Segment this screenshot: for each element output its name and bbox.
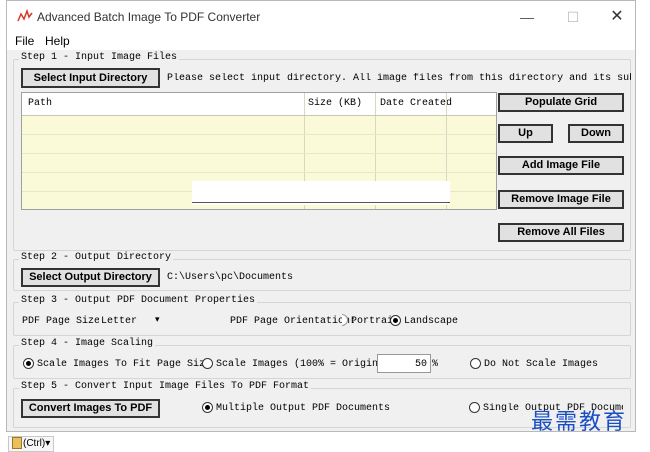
grid-row-divider [22,134,496,135]
select-output-directory-button[interactable]: Select Output Directory [21,268,160,287]
add-image-file-button[interactable]: Add Image File [498,156,624,175]
scale-fit-label: Scale Images To Fit Page Size [37,359,212,370]
output-directory-path: C:\Users\pc\Documents [167,272,294,283]
column-header-size[interactable]: Size (KB) [308,93,362,115]
column-header-date[interactable]: Date Created [380,93,452,115]
multiple-output-label: Multiple Output PDF Documents [216,403,391,414]
select-input-directory-button[interactable]: Select Input Directory [21,68,160,88]
minimize-button[interactable]: — [507,5,547,29]
remove-all-files-button[interactable]: Remove All Files [498,223,624,242]
single-output-radio[interactable] [469,402,480,413]
scale-percent-input[interactable]: 50 [377,354,431,373]
paste-options-button[interactable]: (Ctrl)▾ [8,436,55,452]
step2-label: Step 2 - Output Directory [19,252,174,263]
scale-fit-radio[interactable] [23,358,34,369]
grid-row-divider [22,115,496,116]
app-logo-icon [17,9,33,22]
page-size-value: Letter [101,316,138,327]
clipboard-icon [12,437,22,450]
chevron-down-icon: ▾ [155,314,160,324]
maximize-button[interactable]: ☐ [553,5,593,29]
page-size-label: PDF Page Size: [22,316,107,327]
window-title: Advanced Batch Image To PDF Converter [37,10,261,24]
move-down-button[interactable]: Down [568,124,624,143]
scale-percent-value: 50 [414,359,427,370]
percent-sign: % [432,359,439,370]
menu-help[interactable]: Help [45,34,70,48]
populate-grid-button[interactable]: Populate Grid [498,93,624,112]
column-header-path[interactable]: Path [28,93,52,115]
menu-bar: File Help [7,32,635,50]
step4-label: Step 4 - Image Scaling [19,338,156,349]
close-button[interactable]: ✕ [597,5,637,29]
input-directory-hint: Please select input directory. All image… [167,73,631,84]
scale-percent-label: Scale Images (100% = Original [216,359,391,370]
step3-label: Step 3 - Output PDF Document Properties [19,295,258,306]
landscape-radio[interactable] [390,315,401,326]
scale-percent-radio[interactable] [202,358,213,369]
image-files-grid[interactable]: Path Size (KB) Date Created [21,92,497,210]
paste-options-label: (Ctrl)▾ [23,438,51,449]
watermark-logo: 最需教育 [531,410,628,435]
grid-row-divider [22,153,496,154]
grid-scroll-line [192,202,450,203]
multiple-output-radio[interactable] [202,402,213,413]
portrait-label: Portrai [351,316,394,327]
convert-images-to-pdf-button[interactable]: Convert Images To PDF [21,399,160,418]
step5-label: Step 5 - Convert Input Image Files To PD… [19,381,312,392]
no-scale-radio[interactable] [470,358,481,369]
no-scale-label: Do Not Scale Images [484,359,599,370]
menu-file[interactable]: File [15,34,34,48]
page-size-select[interactable]: Letter ▾ [99,312,169,329]
title-bar[interactable]: Advanced Batch Image To PDF Converter — … [7,1,635,32]
orientation-label: PDF Page Orientation: [230,316,357,327]
step1-label: Step 1 - Input Image Files [19,52,180,63]
landscape-label: Landscape [404,316,459,327]
app-window: Advanced Batch Image To PDF Converter — … [6,0,636,432]
grid-row-divider [22,172,496,173]
move-up-button[interactable]: Up [498,124,553,143]
remove-image-file-button[interactable]: Remove Image File [498,190,624,209]
